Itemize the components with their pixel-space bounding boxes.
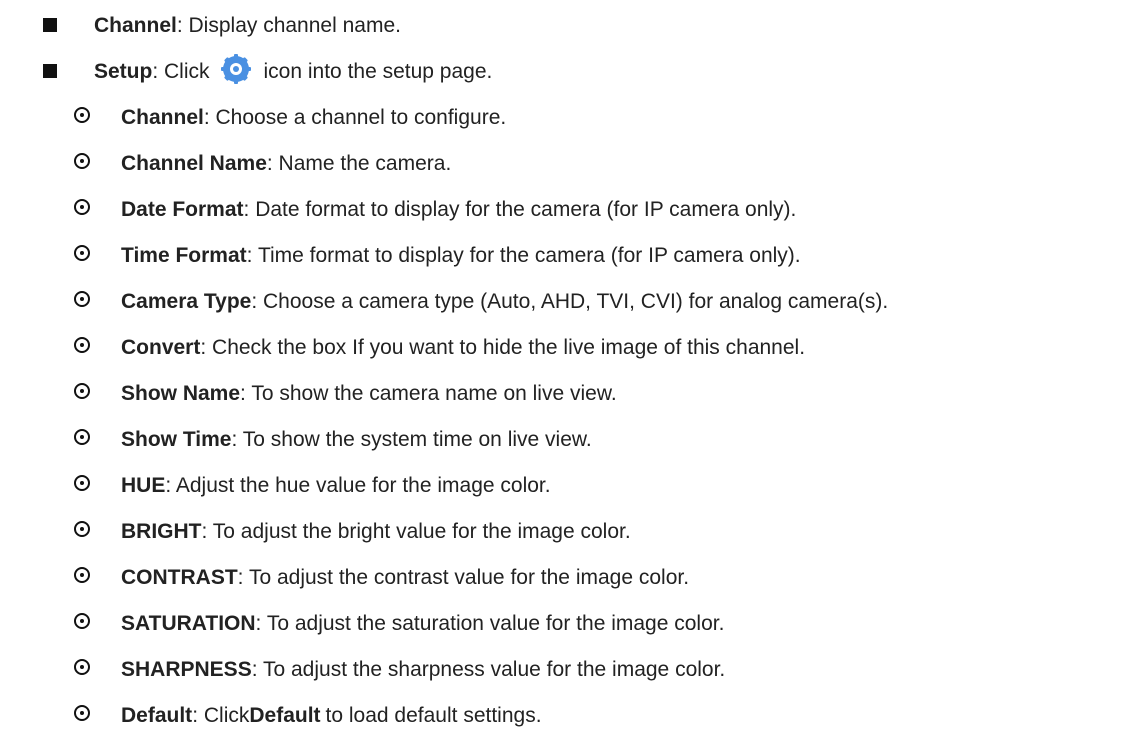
- desc-default-before-bold: : Click: [192, 703, 250, 727]
- desc-default-after-bold: to load default settings.: [325, 703, 542, 727]
- term-date-format: Date Format: [121, 197, 244, 221]
- circle-bullet-icon: [74, 705, 90, 721]
- sub-item-sharpness: SHARPNESS : To adjust the sharpness valu…: [0, 646, 1147, 692]
- circle-bullet-icon: [74, 659, 90, 675]
- desc-date-format: : Date format to display for the camera …: [243, 197, 797, 221]
- list-item-setup: Setup : Click icon into the setup page.: [0, 48, 1147, 94]
- desc-contrast: : To adjust the contrast value for the i…: [237, 565, 690, 589]
- term-camera-type: Camera Type: [121, 289, 252, 313]
- term-setup: Setup: [94, 59, 153, 83]
- desc-convert: : Check the box If you want to hide the …: [200, 335, 806, 359]
- circle-bullet-icon: [74, 613, 90, 629]
- desc-time-format: : Time format to display for the camera …: [246, 243, 801, 267]
- desc-channel-name: : Name the camera.: [266, 151, 452, 175]
- circle-bullet-icon: [74, 521, 90, 537]
- term-sharpness: SHARPNESS: [121, 657, 252, 681]
- desc-channel: : Display channel name.: [176, 13, 401, 37]
- sub-item-hue: HUE : Adjust the hue value for the image…: [0, 462, 1147, 508]
- term-default: Default: [121, 703, 193, 727]
- circle-bullet-icon: [74, 475, 90, 491]
- sub-item-convert: Convert : Check the box If you want to h…: [0, 324, 1147, 370]
- term-bright: BRIGHT: [121, 519, 202, 543]
- term-channel: Channel: [94, 13, 177, 37]
- circle-bullet-icon: [74, 245, 90, 261]
- term-time-format: Time Format: [121, 243, 247, 267]
- sub-item-show-name: Show Name : To show the camera name on l…: [0, 370, 1147, 416]
- sub-item-show-time: Show Time : To show the system time on l…: [0, 416, 1147, 462]
- gear-icon-shape: [220, 54, 251, 84]
- sub-item-date-format: Date Format : Date format to display for…: [0, 186, 1147, 232]
- sub-item-camera-type: Camera Type : Choose a camera type (Auto…: [0, 278, 1147, 324]
- term-convert: Convert: [121, 335, 201, 359]
- desc-saturation: : To adjust the saturation value for the…: [255, 611, 725, 635]
- circle-bullet-icon: [74, 199, 90, 215]
- list-item-channel: Channel : Display channel name.: [0, 2, 1147, 48]
- term-hue: HUE: [121, 473, 166, 497]
- sub-item-time-format: Time Format : Time format to display for…: [0, 232, 1147, 278]
- sub-item-channel: Channel : Choose a channel to configure.: [0, 94, 1147, 140]
- square-bullet-icon: [43, 64, 57, 78]
- term-saturation: SATURATION: [121, 611, 256, 635]
- circle-bullet-icon: [74, 567, 90, 583]
- desc-sharpness: : To adjust the sharpness value for the …: [251, 657, 726, 681]
- term-channel-name: Channel Name: [121, 151, 267, 175]
- circle-bullet-icon: [74, 291, 90, 307]
- desc-hue: : Adjust the hue value for the image col…: [165, 473, 551, 497]
- circle-bullet-icon: [74, 383, 90, 399]
- circle-bullet-icon: [74, 337, 90, 353]
- term-show-time: Show Time: [121, 427, 232, 451]
- term-channel-sub: Channel: [121, 105, 204, 129]
- term-show-name: Show Name: [121, 381, 241, 405]
- term-contrast: CONTRAST: [121, 565, 238, 589]
- circle-bullet-icon: [74, 107, 90, 123]
- sub-item-channel-name: Channel Name : Name the camera.: [0, 140, 1147, 186]
- document-content: Channel : Display channel name. Setup : …: [0, 2, 1147, 738]
- circle-bullet-icon: [74, 153, 90, 169]
- sub-item-default: Default : Click Default to load default …: [0, 692, 1147, 738]
- sub-item-bright: BRIGHT : To adjust the bright value for …: [0, 508, 1147, 554]
- desc-camera-type: : Choose a camera type (Auto, AHD, TVI, …: [251, 289, 889, 313]
- sub-item-saturation: SATURATION : To adjust the saturation va…: [0, 600, 1147, 646]
- gear-icon: [220, 53, 252, 85]
- desc-channel-sub: : Choose a channel to configure.: [203, 105, 507, 129]
- term-default-inline: Default: [249, 703, 321, 727]
- desc-setup-before-icon: : Click: [152, 59, 210, 83]
- desc-setup-after-icon: icon into the setup page.: [263, 59, 493, 83]
- square-bullet-icon: [43, 18, 57, 32]
- desc-show-name: : To show the camera name on live view.: [240, 381, 617, 405]
- sub-item-contrast: CONTRAST : To adjust the contrast value …: [0, 554, 1147, 600]
- desc-bright: : To adjust the bright value for the ima…: [201, 519, 631, 543]
- circle-bullet-icon: [74, 429, 90, 445]
- desc-show-time: : To show the system time on live view.: [231, 427, 592, 451]
